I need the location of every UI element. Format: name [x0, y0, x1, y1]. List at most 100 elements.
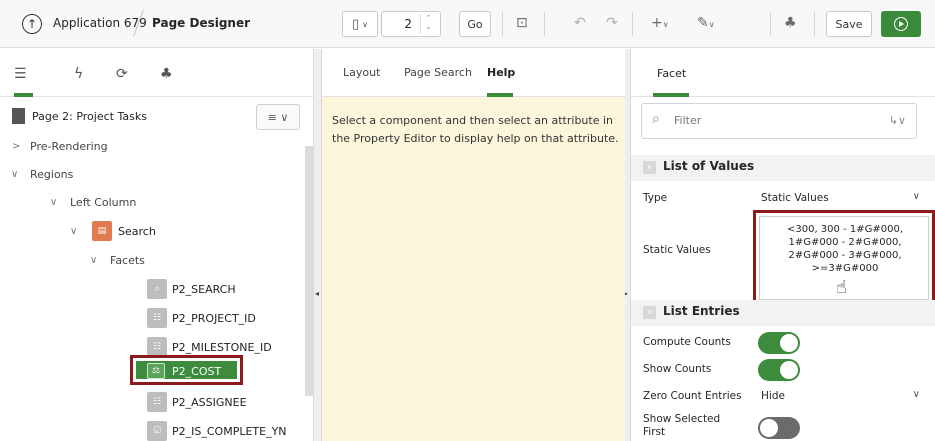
up-arrow-icon[interactable]: ↑: [22, 14, 42, 34]
active-tab-indicator: [14, 93, 33, 97]
section-title: List of Values: [663, 159, 755, 173]
tab-layout[interactable]: Layout: [343, 66, 380, 79]
show-counts-label: Show Counts: [643, 363, 712, 375]
shared-components-tab-icon[interactable]: ♣: [160, 66, 173, 82]
chevron-down-icon: ∨: [912, 389, 920, 400]
page-number-input[interactable]: 2 ⌃ ⌄: [381, 11, 441, 37]
show-counts-toggle[interactable]: [758, 359, 800, 381]
tree-node-facet[interactable]: P2_IS_COMPLETE_YN: [172, 425, 287, 438]
lock-icon[interactable]: ⊡: [516, 14, 528, 32]
play-icon: [894, 17, 908, 31]
toolbar: ↑ Application 679 Page Designer ▯ ∨ 2 ⌃ ⌄…: [0, 0, 935, 48]
page-icon: ▯: [351, 16, 360, 32]
type-select[interactable]: Static Values ∨: [758, 188, 928, 210]
active-tab-indicator: [653, 93, 689, 97]
chevron-down-icon: ∨: [912, 191, 920, 202]
tree-node-facet[interactable]: P2_MILESTONE_ID: [172, 341, 272, 354]
tree-node-facets[interactable]: Facets: [110, 254, 145, 267]
toggle-knob: [780, 334, 798, 352]
search-region-icon: ▤: [92, 221, 112, 241]
tab-facet[interactable]: Facet: [657, 67, 686, 80]
search-icon: ⌕: [652, 111, 660, 127]
left-splitter[interactable]: ◂: [313, 49, 322, 441]
go-to-group-icon[interactable]: ↳∨: [889, 114, 906, 127]
run-button[interactable]: [881, 11, 921, 37]
rendering-tab-icon[interactable]: ☰: [14, 66, 27, 82]
save-button[interactable]: Save: [826, 11, 872, 37]
compute-counts-toggle[interactable]: [758, 332, 800, 354]
dynamic-actions-tab-icon[interactable]: ϟ: [74, 66, 83, 82]
tab-page-search[interactable]: Page Search: [404, 66, 472, 79]
list-facet-icon: ☷: [147, 392, 167, 412]
tree-scrollbar[interactable]: [305, 146, 313, 396]
tree-node-left-column[interactable]: Left Column: [70, 196, 136, 209]
tree-node-facet-selected[interactable]: P2_COST: [172, 365, 221, 378]
show-selected-first-label: Show Selected First: [643, 413, 721, 438]
zero-count-entries-select[interactable]: Hide ∨: [758, 386, 928, 408]
page-number-spinner[interactable]: ⌃ ⌄: [420, 14, 436, 34]
help-text: Select a component and then select an at…: [332, 114, 619, 145]
chevron-down-icon[interactable]: ∨: [50, 197, 57, 208]
shared-components-icon[interactable]: ♣: [784, 14, 797, 32]
section-list-of-values[interactable]: ∨ List of Values: [631, 155, 935, 181]
tree-node-facet[interactable]: P2_SEARCH: [172, 283, 236, 296]
list-facet-icon: ☷: [147, 337, 167, 357]
list-facet-icon: ☷: [147, 308, 167, 328]
center-tab-bar: Layout Page Search Help: [322, 49, 625, 97]
search-facet-icon: ⌕: [147, 279, 167, 299]
toolbar-divider: [632, 12, 633, 36]
right-tab-bar: Facet: [631, 49, 935, 97]
compute-counts-label: Compute Counts: [643, 336, 731, 348]
toolbar-divider: [770, 12, 771, 36]
utilities-wrench-icon[interactable]: ✎∨: [697, 14, 715, 34]
chevron-down-icon[interactable]: ∨: [11, 169, 18, 180]
checkbox-facet-icon: ☑: [147, 421, 167, 441]
page-number-value: 2: [404, 17, 412, 31]
breadcrumb-app[interactable]: Application 679: [53, 16, 147, 30]
static-values-label: Static Values: [643, 244, 711, 256]
toolbar-divider: [502, 12, 503, 36]
chevron-down-icon: ∨: [362, 19, 368, 29]
type-value: Static Values: [761, 192, 829, 204]
static-values-text: <300, 300 - 1#G#000, 1#G#000 - 2#G#000, …: [786, 224, 903, 274]
rendering-tree-pane: ☰ ϟ ⟳ ♣ Page 2: Project Tasks ≡ ∨ > Pre-…: [0, 49, 313, 441]
processing-tab-icon[interactable]: ⟳: [116, 66, 128, 82]
go-button[interactable]: Go: [459, 11, 491, 37]
hand-cursor-icon: ☝: [836, 277, 847, 298]
property-editor-pane: Facet ⌕ Filter ↳∨ ∨ List of Values Type …: [631, 49, 935, 441]
tab-help[interactable]: Help: [487, 66, 515, 79]
left-tab-bar: ☰ ϟ ⟳ ♣: [0, 49, 313, 97]
page-title: Page 2: Project Tasks: [32, 110, 147, 123]
redo-icon[interactable]: ↷: [606, 14, 618, 32]
show-selected-first-toggle[interactable]: [758, 417, 800, 439]
breadcrumb-page-designer: Page Designer: [152, 16, 251, 30]
tree-node-search[interactable]: Search: [118, 225, 156, 238]
zero-count-entries-value: Hide: [761, 390, 785, 402]
section-title: List Entries: [663, 304, 740, 318]
range-facet-icon: ⚖: [147, 363, 165, 379]
create-plus-icon[interactable]: +∨: [651, 14, 669, 34]
chevron-down-icon[interactable]: ∨: [90, 255, 97, 266]
collapse-toggle-icon[interactable]: ∨: [643, 161, 656, 174]
collapse-left-icon[interactable]: ◂: [315, 289, 319, 298]
active-tab-indicator: [487, 93, 513, 97]
toggle-knob: [760, 419, 778, 437]
toolbar-divider: [544, 12, 545, 36]
tree-node-pre-rendering[interactable]: Pre-Rendering: [30, 140, 108, 153]
chevron-right-icon[interactable]: >: [12, 141, 20, 152]
undo-icon[interactable]: ↶: [574, 14, 586, 32]
tree-menu-button[interactable]: ≡ ∨: [256, 104, 300, 130]
chevron-down-icon[interactable]: ∨: [70, 226, 77, 237]
toggle-knob: [780, 361, 798, 379]
page-type-dropdown[interactable]: ▯ ∨: [342, 11, 378, 37]
page-icon: [12, 108, 25, 124]
page-header-row[interactable]: Page 2: Project Tasks ≡ ∨: [0, 103, 313, 133]
tree-node-regions[interactable]: Regions: [30, 168, 73, 181]
tree-node-facet[interactable]: P2_ASSIGNEE: [172, 396, 247, 409]
filter-input[interactable]: ⌕ Filter ↳∨: [641, 103, 917, 139]
section-list-entries[interactable]: ∨ List Entries: [631, 300, 935, 326]
zero-count-entries-label: Zero Count Entries: [643, 390, 742, 402]
tree-node-facet[interactable]: P2_PROJECT_ID: [172, 312, 256, 325]
toolbar-divider: [814, 12, 815, 36]
collapse-toggle-icon[interactable]: ∨: [643, 306, 656, 319]
